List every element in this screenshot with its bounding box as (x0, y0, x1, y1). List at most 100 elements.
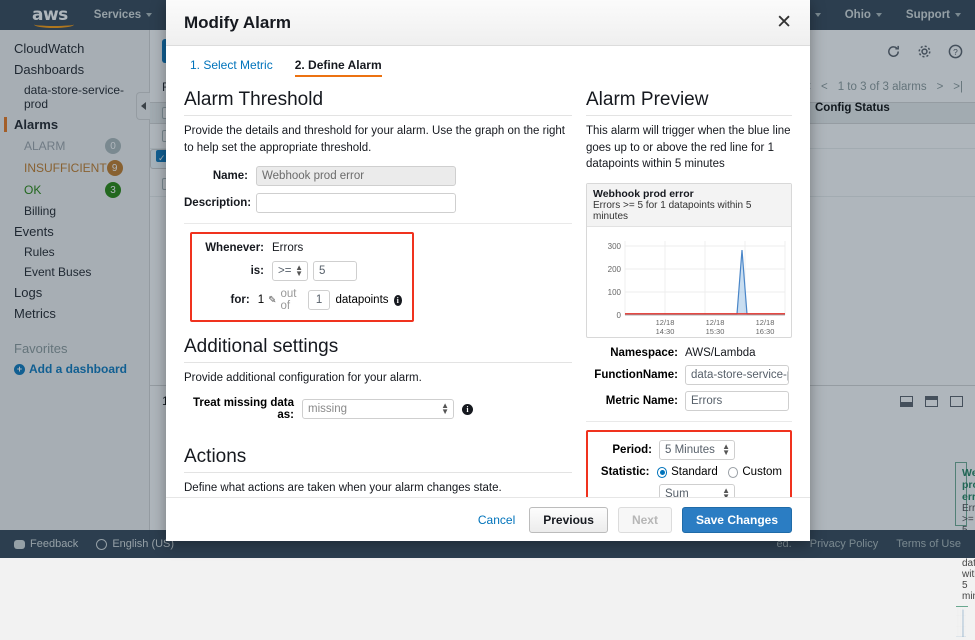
namespace-value: AWS/Lambda (685, 347, 756, 359)
additional-settings-heading: Additional settings (184, 336, 572, 363)
stepper-arrows-icon: ▲▼ (441, 403, 449, 415)
statistic-value: Sum (665, 488, 689, 497)
x-tick-2-time: 15:30 (706, 327, 725, 336)
statistic-value-row: Sum ▲▼ (596, 484, 782, 497)
stepper-arrows-icon: ▲▼ (722, 488, 730, 497)
cancel-button[interactable]: Cancel (474, 508, 519, 532)
statistic-row: Statistic: Standard Custom (596, 466, 782, 478)
missing-data-value: missing (308, 403, 347, 415)
operator-select[interactable]: >= ▲▼ (272, 261, 308, 281)
x-tick-3-time: 16:30 (756, 327, 775, 336)
name-label: Name: (184, 170, 248, 182)
for-row: for: 1 ✎ out of 1 datapoints i (202, 288, 402, 312)
missing-data-select[interactable]: missing ▲▼ (302, 399, 454, 419)
tab-select-metric[interactable]: 1. Select Metric (190, 58, 273, 77)
period-statistic-group: Period: 5 Minutes ▲▼ Statistic: Standard… (586, 430, 792, 497)
namespace-label: Namespace: (586, 347, 678, 359)
next-button: Next (618, 507, 672, 533)
is-row: is: >= ▲▼ 5 (202, 261, 402, 281)
spacer (184, 428, 572, 446)
function-name-row: FunctionName: data-store-service-prod (586, 365, 792, 385)
statistic-standard-radio[interactable] (657, 467, 668, 478)
preview-chart-plot: 300 200 100 0 (587, 227, 791, 337)
info-icon[interactable]: i (462, 404, 473, 415)
metric-name-label: Metric Name: (586, 395, 678, 407)
metric-name-input[interactable]: Errors (685, 391, 789, 411)
tab-define-alarm[interactable]: 2. Define Alarm (295, 58, 382, 77)
alarm-preview-heading: Alarm Preview (586, 89, 792, 116)
missing-data-label: Treat missing data as: (184, 397, 294, 421)
left-column: Alarm Threshold Provide the details and … (184, 89, 572, 497)
alarm-name-input[interactable]: Webhook prod error (256, 166, 456, 186)
divider (586, 421, 792, 422)
function-name-input[interactable]: data-store-service-prod (685, 365, 789, 385)
alarm-preview-graph: Webhook prod error Errors >= 5 for 1 dat… (586, 183, 792, 338)
period-label: Period: (596, 444, 652, 456)
info-icon[interactable]: i (394, 295, 402, 306)
period-select[interactable]: 5 Minutes ▲▼ (659, 440, 735, 460)
stepper-arrows-icon: ▲▼ (722, 444, 730, 456)
statistic-label: Statistic: (596, 466, 650, 478)
statistic-select[interactable]: Sum ▲▼ (659, 484, 735, 497)
description-row: Description: (184, 193, 572, 213)
out-of-label: out of (281, 288, 303, 312)
right-column: Alarm Preview This alarm will trigger wh… (586, 89, 792, 497)
pencil-edit-icon[interactable]: ✎ (268, 295, 276, 306)
dialog-title: Modify Alarm (184, 13, 291, 33)
x-tick-2-date: 12/18 (706, 318, 725, 327)
x-tick-1-date: 12/18 (656, 318, 675, 327)
alarm-description-input[interactable] (256, 193, 456, 213)
additional-settings-description: Provide additional configuration for you… (184, 370, 572, 387)
threshold-condition-group: Whenever: Errors is: >= ▲▼ 5 for: 1 (190, 232, 414, 322)
period-value: 5 Minutes (665, 444, 715, 456)
previous-button[interactable]: Previous (529, 507, 608, 533)
alarm-threshold-description: Provide the details and threshold for yo… (184, 123, 572, 156)
missing-data-row: Treat missing data as: missing ▲▼ i (184, 397, 572, 421)
whenever-metric-value: Errors (272, 242, 303, 254)
namespace-row: Namespace: AWS/Lambda (586, 347, 792, 359)
datapoints-label: datapoints (335, 294, 388, 306)
dialog-body: 1. Select Metric 2. Define Alarm Alarm T… (166, 46, 810, 497)
is-label: is: (202, 265, 264, 277)
whenever-row: Whenever: Errors (202, 242, 402, 254)
x-tick-3-date: 12/18 (756, 318, 775, 327)
operator-value: >= (278, 265, 291, 277)
modify-alarm-dialog: Modify Alarm ✕ 1. Select Metric 2. Defin… (166, 0, 810, 541)
datapoints-count-value: 1 (258, 294, 264, 306)
preview-graph-header: Webhook prod error Errors >= 5 for 1 dat… (587, 184, 791, 227)
y-tick-100: 100 (608, 288, 622, 297)
y-tick-200: 200 (608, 265, 622, 274)
divider (184, 223, 572, 224)
alarm-preview-description: This alarm will trigger when the blue li… (586, 123, 792, 173)
function-name-label: FunctionName: (586, 369, 678, 381)
save-changes-button[interactable]: Save Changes (682, 507, 792, 533)
stepper-arrows-icon: ▲▼ (295, 265, 303, 277)
y-tick-0: 0 (617, 311, 622, 320)
metric-name-row: Metric Name: Errors (586, 391, 792, 411)
statistic-custom-label: Custom (742, 466, 782, 478)
actions-description: Define what actions are taken when your … (184, 480, 572, 497)
preview-graph-title: Webhook prod error (593, 188, 785, 200)
dialog-header: Modify Alarm ✕ (166, 0, 810, 46)
whenever-label: Whenever: (202, 242, 264, 254)
preview-graph-subtitle: Errors >= 5 for 1 datapoints within 5 mi… (593, 200, 785, 222)
close-icon[interactable]: ✕ (776, 13, 792, 32)
statistic-custom-radio[interactable] (728, 467, 739, 478)
dialog-footer: Cancel Previous Next Save Changes (166, 497, 810, 541)
actions-heading: Actions (184, 446, 572, 473)
y-tick-300: 300 (608, 242, 622, 251)
statistic-standard-label: Standard (671, 466, 718, 478)
spacer (586, 338, 792, 347)
name-row: Name: Webhook prod error (184, 166, 572, 186)
evaluation-periods-input[interactable]: 1 (308, 290, 331, 310)
dialog-columns: Alarm Threshold Provide the details and … (184, 89, 792, 497)
spacer (184, 322, 572, 336)
period-row: Period: 5 Minutes ▲▼ (596, 440, 782, 460)
alarm-threshold-heading: Alarm Threshold (184, 89, 572, 116)
mini-graph-plot (956, 607, 966, 637)
wizard-tabs: 1. Select Metric 2. Define Alarm (184, 58, 792, 77)
x-tick-1-time: 14:30 (656, 327, 675, 336)
for-label: for: (202, 294, 250, 306)
threshold-value-input[interactable]: 5 (313, 261, 357, 281)
description-label: Description: (184, 197, 248, 209)
